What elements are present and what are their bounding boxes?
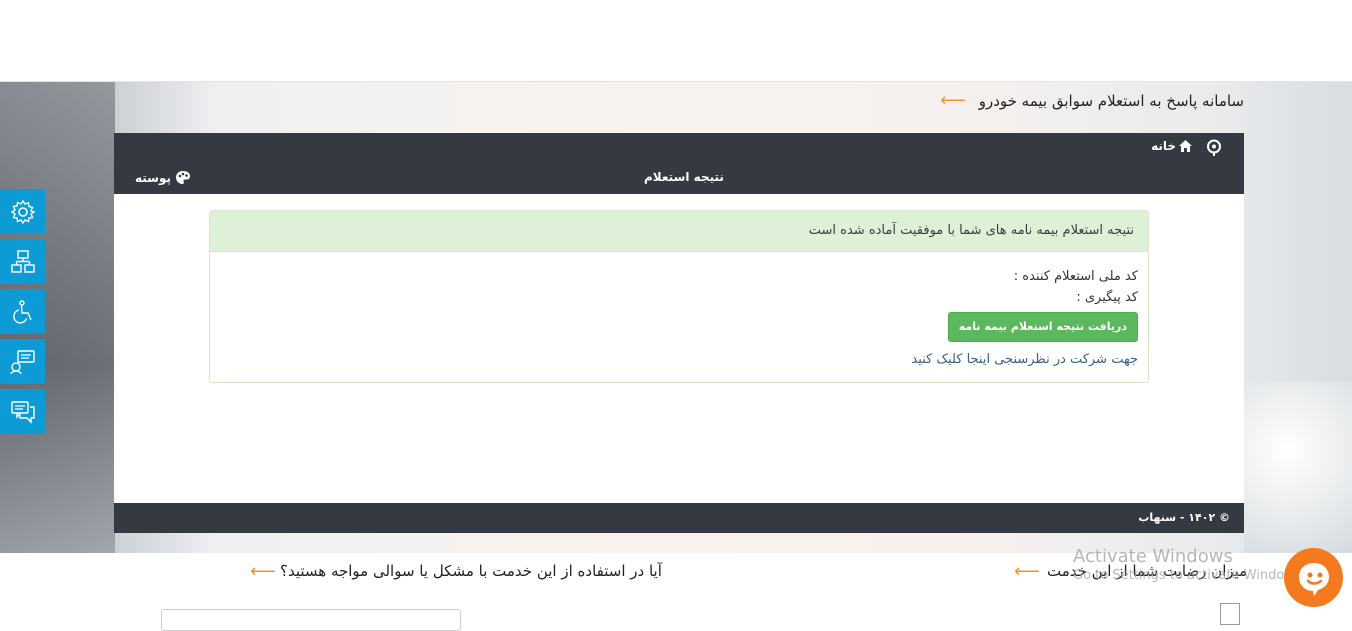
watermark-title: Activate Windows <box>1073 546 1233 567</box>
document-icon <box>1220 603 1240 625</box>
result-body: کد ملی استعلام کننده : کد پیگیری : دریاف… <box>210 252 1148 367</box>
palette-icon <box>176 171 191 184</box>
feedback-icon <box>9 349 35 374</box>
settings-button[interactable] <box>0 189 45 234</box>
service-title: سامانه پاسخ به استعلام سوابق بیمه خودرو <box>978 92 1244 110</box>
watermark-subtitle: Go to Settings to activate Windows. <box>1073 568 1306 583</box>
accessibility-sidebar <box>0 189 45 439</box>
success-message: نتیجه استعلام بیمه نامه های شما با موفقی… <box>210 211 1148 252</box>
navbar: خانه نتیجه استعلام پوسته <box>114 133 1244 194</box>
smiley-chat-icon <box>1298 562 1329 596</box>
nav-home-label: خانه <box>1151 139 1176 153</box>
chat-button[interactable] <box>0 389 45 434</box>
nav-home-link[interactable]: خانه <box>1151 139 1192 153</box>
help-input[interactable] <box>161 609 461 631</box>
sitemap-button[interactable] <box>0 239 45 284</box>
logo-pin-icon[interactable] <box>1205 139 1223 157</box>
chat-icon <box>10 400 35 424</box>
theme-label: پوسته <box>135 170 172 185</box>
download-result-button[interactable]: دریافت نتیجه استعلام بیمه نامه <box>947 312 1138 342</box>
network-icon <box>10 249 35 273</box>
page-title: نتیجه استعلام <box>644 170 724 184</box>
national-code-label: کد ملی استعلام کننده : <box>1013 269 1138 284</box>
arrow-left-icon: ⟵ <box>250 561 276 582</box>
hero-image-right <box>1244 382 1352 553</box>
home-icon <box>1179 140 1192 152</box>
tracking-code-label: کد پیگیری : <box>1076 290 1138 305</box>
result-panel: نتیجه استعلام بیمه نامه های شما با موفقی… <box>209 210 1149 383</box>
wheelchair-icon <box>12 299 32 324</box>
arrow-left-icon: ⟵ <box>1014 561 1040 582</box>
gear-icon <box>10 199 36 224</box>
top-header <box>0 0 1352 82</box>
help-heading: آیا در استفاده از این خدمت با مشکل یا سو… <box>280 562 662 580</box>
windows-activation-watermark: Activate Windows Go to Settings to activ… <box>1073 546 1306 583</box>
arrow-left-icon: ⟵ <box>940 90 966 111</box>
copyright-text: © ۱۴۰۲ - سنهاب <box>1138 511 1230 524</box>
feedback-button[interactable] <box>0 339 45 384</box>
survey-link[interactable]: جهت شرکت در نظرسنجی اینجا کلیک کنید <box>220 352 1138 367</box>
live-chat-button[interactable] <box>1284 548 1343 607</box>
accessibility-button[interactable] <box>0 289 45 334</box>
card-footer: © ۱۴۰۲ - سنهاب <box>114 503 1244 533</box>
service-card: خانه نتیجه استعلام پوسته نتیجه استعلام ب… <box>114 133 1244 533</box>
theme-menu[interactable]: پوسته <box>135 170 191 185</box>
